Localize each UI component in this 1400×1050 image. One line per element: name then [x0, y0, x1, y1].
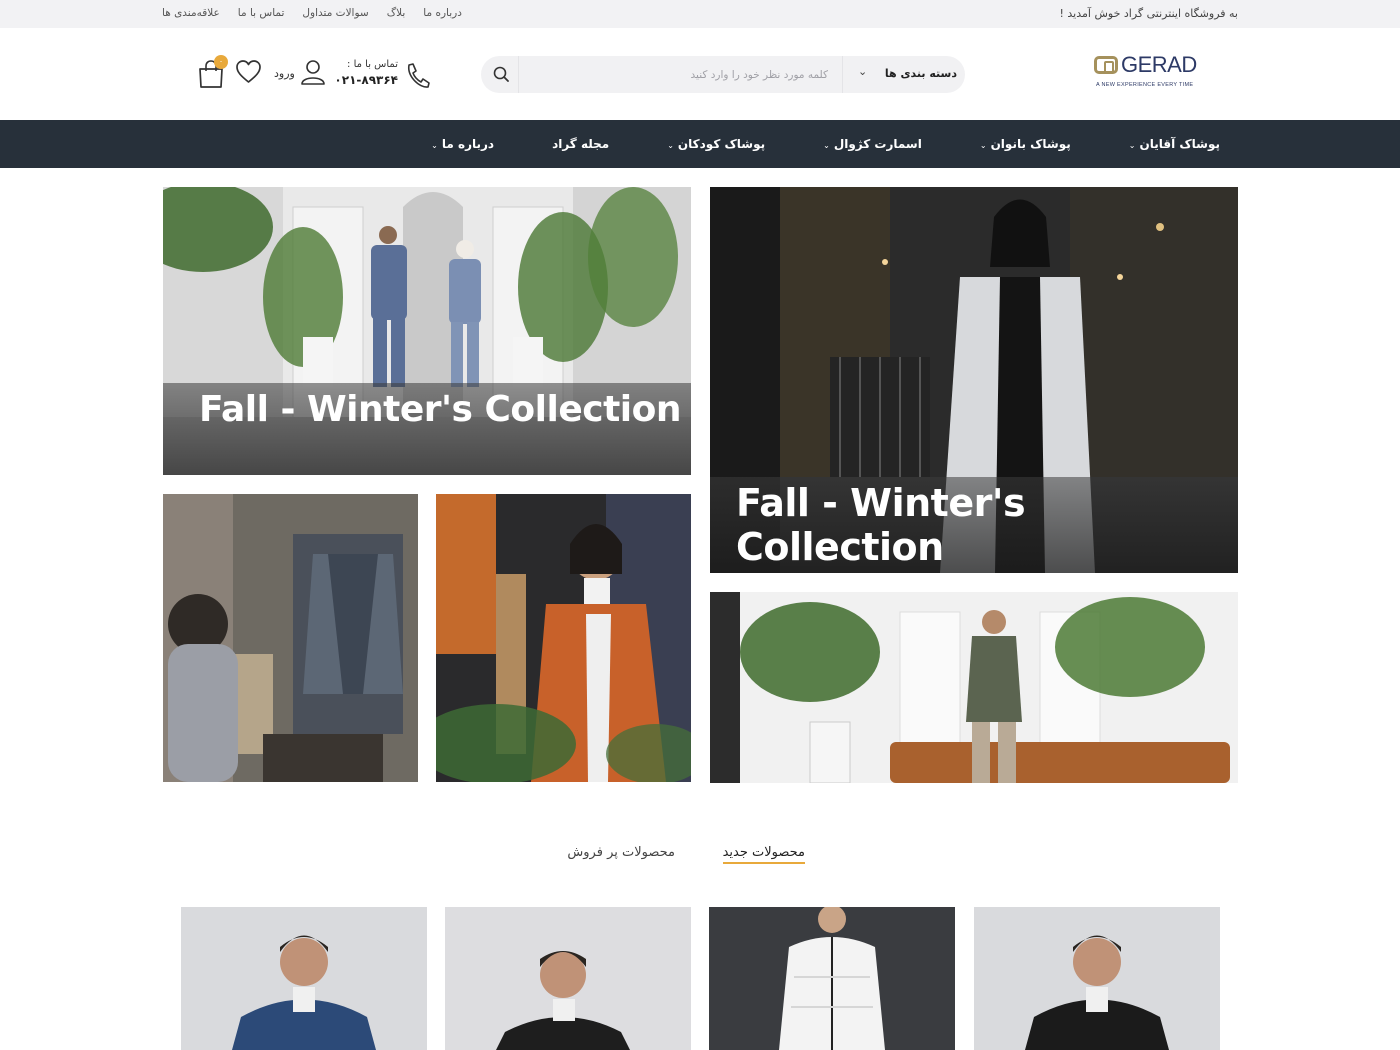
logo-word: GERAD — [1121, 52, 1197, 77]
product-image — [974, 907, 1220, 1050]
cart-count-badge: ۰ — [214, 55, 228, 69]
banner-girl-orange-coat-image — [436, 494, 691, 782]
product-image — [181, 907, 427, 1050]
product-tabs: محصولات جدید محصولات پر فروش — [560, 845, 810, 871]
banner-girl-orange-coat[interactable] — [436, 494, 691, 782]
search-bar: دسته بندی ها ⌄ — [481, 56, 965, 93]
login-label: ورود — [274, 67, 295, 80]
nav-item-kids[interactable]: پوشاک کودکان⌄ — [667, 137, 765, 151]
search-input[interactable] — [518, 56, 843, 93]
search-icon — [493, 66, 509, 82]
nav-item-magazine[interactable]: مجله گراد — [552, 137, 609, 151]
nav-item-label: مجله گراد — [552, 137, 610, 151]
top-link-wishlist[interactable]: علاقه‌مندی ها — [162, 7, 220, 19]
nav-item-about[interactable]: درباره ما⌄ — [431, 137, 494, 151]
nav-item-label: اسمارت کژوال — [833, 137, 922, 151]
chevron-down-icon: ⌄ — [667, 141, 674, 150]
top-bar: به فروشگاه اینترنتی گراد خوش آمدید ! درب… — [0, 0, 1400, 28]
logo[interactable]: GERAD A NEW EXPERIENCE EVERY TIME — [1094, 52, 1199, 94]
chevron-down-icon: ⌄ — [823, 141, 830, 150]
banner-man-suit-image — [710, 592, 1238, 783]
banner-kids-window-image — [163, 494, 418, 782]
product-image — [709, 907, 955, 1050]
nav-item-smart-casual[interactable]: اسمارت کژوال⌄ — [823, 137, 922, 151]
logo-tagline: A NEW EXPERIENCE EVERY TIME — [1096, 82, 1194, 88]
contact-label: تماس با ما : — [347, 59, 398, 70]
product-card[interactable] — [445, 907, 691, 1050]
chevron-down-icon: ⌄ — [1128, 141, 1136, 150]
product-card[interactable] — [181, 907, 427, 1050]
welcome-message: به فروشگاه اینترنتی گراد خوش آمدید ! — [1059, 7, 1239, 20]
top-link-about[interactable]: درباره ما — [423, 7, 462, 19]
banner-kids-window[interactable] — [163, 494, 418, 782]
login-link[interactable]: ورود — [272, 58, 326, 88]
banner-women-coat-collection[interactable]: Fall - Winter's Collection — [710, 187, 1238, 573]
banner-caption: Fall - Winter's Collection — [710, 477, 1238, 573]
tab-new-products[interactable]: محصولات جدید — [722, 845, 805, 864]
contact-phone: ۰۲۱-۸۹۳۶۴ — [334, 73, 398, 87]
nav-item-men[interactable]: پوشاک آقایان⌄ — [1129, 137, 1220, 151]
nav-item-label: پوشاک کودکان — [677, 137, 766, 151]
banner-man-suit[interactable] — [710, 592, 1238, 783]
main-nav: پوشاک آقایان⌄ پوشاک بانوان⌄ اسمارت کژوال… — [0, 120, 1400, 168]
cart-button[interactable]: ۰ — [196, 55, 230, 88]
top-link-faq[interactable]: سوالات متداول — [302, 7, 368, 19]
banner-couple-collection[interactable]: Fall - Winter's Collection — [163, 187, 691, 475]
phone-icon — [408, 63, 430, 88]
top-links: درباره ما بلاگ سوالات متداول تماس با ما … — [162, 7, 462, 19]
chevron-down-icon: ⌄ — [979, 141, 987, 150]
user-icon — [301, 60, 325, 85]
category-dropdown-label: دسته بندی ها — [884, 67, 957, 80]
logo-mark-icon — [1094, 56, 1118, 74]
banner-caption: Fall - Winter's Collection — [163, 383, 691, 475]
tab-best-sellers[interactable]: محصولات پر فروش — [567, 845, 675, 860]
nav-item-label: پوشاک آقایان — [1139, 137, 1220, 151]
chevron-down-icon: ⌄ — [431, 141, 438, 150]
product-card[interactable] — [709, 907, 955, 1050]
top-link-contact[interactable]: تماس با ما — [238, 7, 285, 19]
nav-item-label: درباره ما — [441, 137, 495, 151]
header: GERAD A NEW EXPERIENCE EVERY TIME دسته ب… — [0, 28, 1400, 120]
top-link-blog[interactable]: بلاگ — [387, 7, 406, 19]
product-image — [445, 907, 691, 1050]
search-button[interactable] — [481, 56, 518, 93]
product-card[interactable] — [974, 907, 1220, 1050]
category-dropdown[interactable]: دسته بندی ها ⌄ — [844, 56, 965, 93]
nav-item-label: پوشاک بانوان — [990, 137, 1071, 151]
chevron-down-icon: ⌄ — [858, 65, 868, 78]
nav-item-women[interactable]: پوشاک بانوان⌄ — [980, 137, 1071, 151]
contact-info[interactable]: تماس با ما : ۰۲۱-۸۹۳۶۴ — [334, 59, 430, 95]
heart-icon[interactable] — [235, 59, 262, 85]
